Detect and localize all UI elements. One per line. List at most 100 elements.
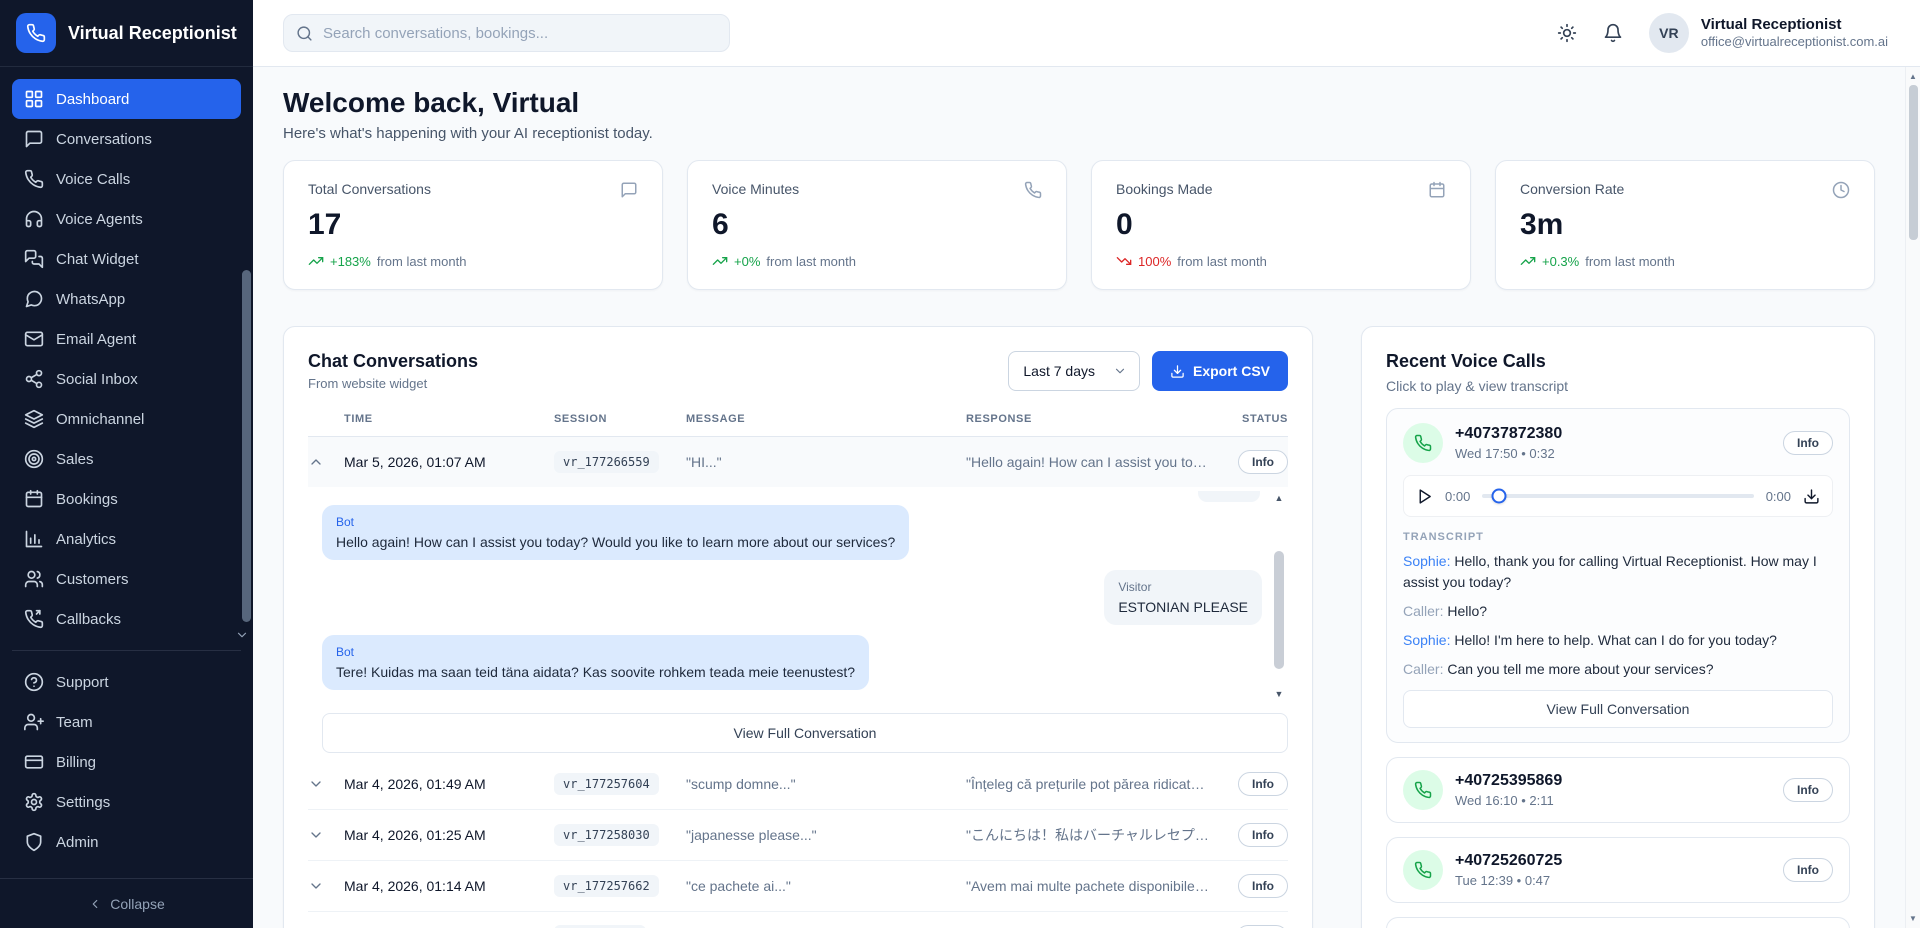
sidebar-item-omnichannel[interactable]: Omnichannel	[12, 399, 241, 439]
call-avatar	[1403, 770, 1443, 810]
calendar-icon	[1428, 181, 1446, 199]
stat-card-bookings-made: Bookings Made 0 100%from last month	[1091, 160, 1471, 290]
sidebar-item-social-inbox[interactable]: Social Inbox	[12, 359, 241, 399]
share-icon	[24, 369, 44, 389]
play-icon[interactable]	[1416, 488, 1433, 505]
gear-icon	[24, 792, 44, 812]
status-badge[interactable]: Info	[1238, 450, 1288, 474]
sidebar-item-settings[interactable]: Settings	[12, 782, 241, 822]
sidebar-item-conversations[interactable]: Conversations	[12, 119, 241, 159]
table-row[interactable]: Mar 4, 2026, 01:25 AM vr_177258030 "japa…	[308, 810, 1288, 861]
section-subtitle: Click to play & view transcript	[1386, 378, 1850, 394]
session-badge: vr_177266559	[554, 451, 659, 473]
seek-knob[interactable]	[1491, 489, 1506, 504]
sidebar-collapse-button[interactable]: Collapse	[0, 878, 253, 928]
stat-card-total-conversations: Total Conversations 17 +183%from last mo…	[283, 160, 663, 290]
sidebar-item-voice-agents[interactable]: Voice Agents	[12, 199, 241, 239]
sidebar-item-whatsapp[interactable]: WhatsApp	[12, 279, 241, 319]
page-subtitle: Here's what's happening with your AI rec…	[283, 125, 1875, 142]
voice-call-card[interactable]: +40737872380 Wed 17:50 • 0:32 Info 0:00 …	[1386, 408, 1850, 743]
user-info: Virtual Receptionist office@virtualrecep…	[1701, 16, 1888, 51]
bar-chart-icon	[24, 529, 44, 549]
phone-icon	[1024, 181, 1042, 199]
speech-bubble-icon	[24, 129, 44, 149]
conversation-scrollbar[interactable]: ▲ ▼	[1272, 493, 1286, 699]
chat-panel-heading: Chat Conversations From website widget	[308, 351, 478, 391]
audio-player: 0:00 0:00	[1403, 475, 1833, 517]
view-full-conversation-button[interactable]: View Full Conversation	[322, 713, 1288, 753]
transcript-line: Sophie: Hello! I'm here to help. What ca…	[1403, 630, 1833, 651]
trending-up-icon	[1520, 253, 1536, 269]
sidebar-scrollbar-thumb[interactable]	[242, 270, 251, 622]
user-menu[interactable]: VR Virtual Receptionist office@virtualre…	[1649, 13, 1888, 53]
sidebar-item-sales[interactable]: Sales	[12, 439, 241, 479]
scrollbar-thumb[interactable]	[1909, 85, 1918, 240]
chat-bubble-icon	[620, 181, 638, 199]
stat-label: Bookings Made	[1116, 181, 1213, 197]
clipped-bubble	[1198, 491, 1260, 502]
status-badge[interactable]: Info	[1783, 778, 1833, 802]
sidebar-item-analytics[interactable]: Analytics	[12, 519, 241, 559]
date-range-select[interactable]: Last 7 days	[1008, 351, 1140, 391]
elapsed-time: 0:00	[1445, 489, 1470, 504]
section-title: Chat Conversations	[308, 351, 478, 372]
sidebar-item-voice-calls[interactable]: Voice Calls	[12, 159, 241, 199]
scroll-down-arrow[interactable]: ▼	[1906, 914, 1920, 923]
sidebar-item-email-agent[interactable]: Email Agent	[12, 319, 241, 359]
sidebar-item-dashboard[interactable]: Dashboard	[12, 79, 241, 119]
search-input[interactable]	[323, 25, 717, 42]
table-row[interactable]: Mar 4, 2026, 01:49 AM vr_177257604 "scum…	[308, 759, 1288, 810]
stat-value: 0	[1116, 207, 1446, 243]
chevron-down-icon[interactable]	[308, 776, 324, 792]
users-icon	[24, 569, 44, 589]
call-info: +40725395869 Wed 16:10 • 2:11	[1455, 772, 1562, 808]
status-badge[interactable]: Info	[1238, 772, 1288, 796]
seek-track[interactable]	[1482, 494, 1753, 498]
chevron-down-icon[interactable]	[308, 878, 324, 894]
chevron-down-icon[interactable]	[308, 827, 324, 843]
sidebar-item-team[interactable]: Team	[12, 702, 241, 742]
export-csv-button[interactable]: Export CSV	[1152, 351, 1288, 391]
sidebar-item-support[interactable]: Support	[12, 662, 241, 702]
table-row[interactable]: Mar 5, 2026, 01:07 AM vr_177266559 "HI..…	[308, 437, 1288, 487]
topbar-right: VR Virtual Receptionist office@virtualre…	[1557, 13, 1888, 53]
sidebar-item-chat-widget[interactable]: Chat Widget	[12, 239, 241, 279]
sidebar-item-billing[interactable]: Billing	[12, 742, 241, 782]
stats-row: Total Conversations 17 +183%from last mo…	[283, 160, 1875, 290]
voice-call-card-partial[interactable]	[1386, 917, 1850, 928]
sidebar-item-bookings[interactable]: Bookings	[12, 479, 241, 519]
notifications-bell-icon[interactable]	[1603, 23, 1623, 43]
trending-up-icon	[308, 253, 324, 269]
status-badge[interactable]: Info	[1238, 874, 1288, 898]
phone-icon	[26, 23, 46, 43]
page-scrollbar[interactable]: ▲ ▼	[1905, 67, 1920, 928]
voice-call-card[interactable]: +40725260725 Tue 12:39 • 0:47 Info	[1386, 837, 1850, 903]
call-info: +40737872380 Wed 17:50 • 0:32	[1455, 425, 1562, 461]
status-badge[interactable]: Info	[1783, 858, 1833, 882]
scrollbar-thumb[interactable]	[1274, 551, 1284, 669]
conversation-messages: Bot Hello again! How can I assist you to…	[322, 489, 1288, 703]
sidebar-item-customers[interactable]: Customers	[12, 559, 241, 599]
theme-toggle-sun-icon[interactable]	[1557, 23, 1577, 43]
column-header-session: Session	[554, 413, 686, 425]
layers-icon	[24, 409, 44, 429]
user-name: Virtual Receptionist	[1701, 16, 1888, 35]
sidebar-item-callbacks[interactable]: Callbacks	[12, 599, 241, 639]
table-row[interactable]: Mar 4, 2026, 01:14 AM vr_177257662 "ce p…	[308, 861, 1288, 912]
trending-up-icon	[712, 253, 728, 269]
voice-call-card[interactable]: +40725395869 Wed 16:10 • 2:11 Info	[1386, 757, 1850, 823]
status-badge[interactable]: Info	[1783, 431, 1833, 455]
speaker-name: Caller:	[1403, 661, 1443, 677]
sidebar-item-admin[interactable]: Admin	[12, 822, 241, 862]
stat-card-voice-minutes: Voice Minutes 6 +0%from last month	[687, 160, 1067, 290]
status-badge[interactable]: Info	[1238, 823, 1288, 847]
transcript-line: Caller: Can you tell me more about your …	[1403, 659, 1833, 680]
chevron-up-icon[interactable]	[308, 454, 324, 470]
scroll-up-arrow[interactable]: ▲	[1906, 72, 1920, 81]
download-icon[interactable]	[1803, 488, 1820, 505]
sidebar-item-label: Customers	[56, 571, 129, 588]
sidebar-item-label: Chat Widget	[56, 251, 139, 268]
view-full-conversation-button[interactable]: View Full Conversation	[1403, 690, 1833, 728]
chevron-left-icon	[88, 897, 102, 911]
table-row-partial[interactable]	[308, 912, 1288, 928]
